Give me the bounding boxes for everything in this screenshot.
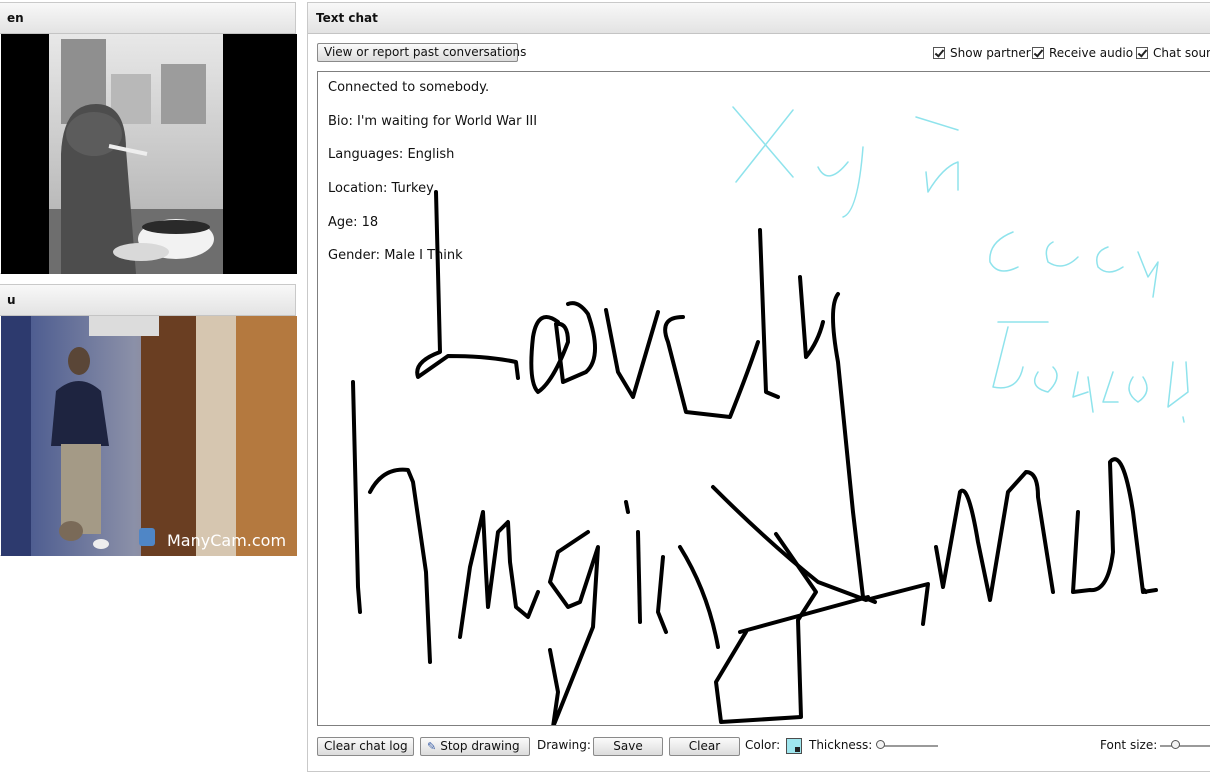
clear-chat-log-button[interactable]: Clear chat log xyxy=(317,737,414,756)
drawing-label: Drawing: xyxy=(537,738,591,752)
stranger-video xyxy=(1,34,297,274)
view-past-conversations-button[interactable]: View or report past conversations xyxy=(317,43,526,62)
chat-sound-label: Chat soun xyxy=(1153,46,1210,60)
stop-drawing-button[interactable]: ✎ Stop drawing xyxy=(420,737,530,756)
text-chat-title: Text chat xyxy=(308,3,1210,34)
chat-sound-check-icon[interactable] xyxy=(1136,47,1148,59)
font-size-slider-thumb[interactable] xyxy=(1171,740,1180,749)
receive-audio-checkbox[interactable]: Receive audio xyxy=(1032,45,1133,61)
color-picker-swatch[interactable] xyxy=(786,738,802,754)
drawing-pencil-icon: ✎ xyxy=(427,740,437,753)
cyan-scribbles xyxy=(732,106,1189,423)
your-panel-title: u xyxy=(0,285,295,316)
stop-drawing-label: Stop drawing xyxy=(440,739,520,753)
stranger-video-frame xyxy=(49,34,223,274)
receive-audio-label: Receive audio xyxy=(1049,46,1134,60)
your-video: ManyCam.com xyxy=(1,316,297,556)
show-partner-label: Show partner xyxy=(950,46,1031,60)
receive-audio-check-icon[interactable] xyxy=(1032,47,1044,59)
color-label: Color: xyxy=(745,738,781,752)
chat-log[interactable]: Connected to somebody. Bio: I'm waiting … xyxy=(317,71,1210,726)
black-scribbles xyxy=(351,190,1158,725)
stranger-panel-title: en xyxy=(0,3,295,34)
manycam-watermark: ManyCam.com xyxy=(167,531,286,550)
drawing-canvas[interactable] xyxy=(318,72,1210,726)
save-drawing-button[interactable]: Save xyxy=(593,737,663,756)
font-size-slider-track[interactable] xyxy=(1160,745,1210,747)
show-partner-check-icon[interactable] xyxy=(933,47,945,59)
color-picker-dropdown-icon xyxy=(795,747,800,752)
font-size-label: Font size: xyxy=(1100,738,1158,752)
chat-sound-checkbox[interactable]: Chat soun xyxy=(1136,45,1210,61)
your-video-panel: u ManyCam.com xyxy=(0,284,297,556)
clear-drawing-button[interactable]: Clear xyxy=(669,737,740,756)
your-video-frame: ManyCam.com xyxy=(1,316,297,556)
thickness-label: Thickness: xyxy=(809,738,873,752)
show-partner-checkbox[interactable]: Show partner xyxy=(933,45,1031,61)
thickness-slider-track[interactable] xyxy=(878,745,938,747)
thickness-slider-thumb[interactable] xyxy=(876,740,885,749)
stranger-video-panel: en xyxy=(0,2,297,274)
